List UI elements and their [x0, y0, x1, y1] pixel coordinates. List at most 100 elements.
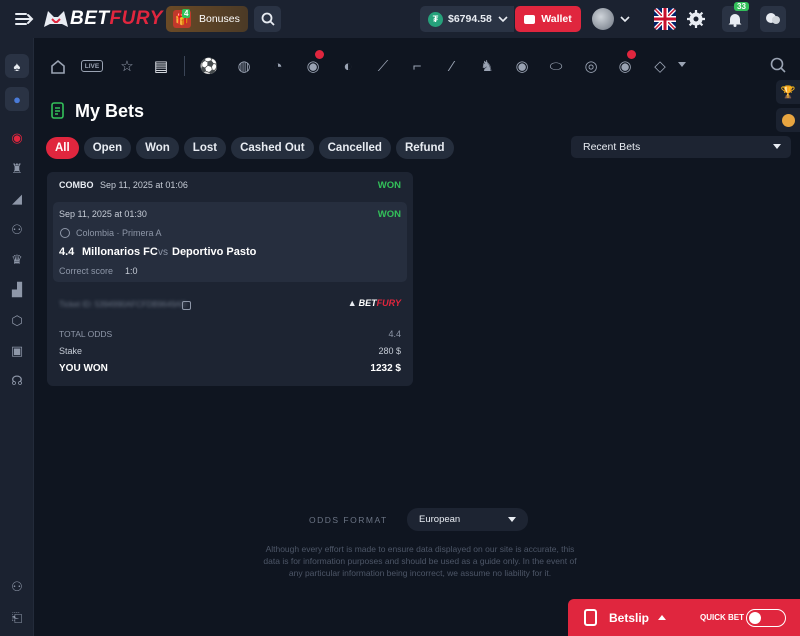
chat-button[interactable] [760, 6, 786, 32]
exit-icon[interactable]: ⎗ [5, 606, 29, 630]
megaphone-icon[interactable]: ◢ [5, 187, 29, 211]
filter-cashed-out[interactable]: Cashed Out [231, 137, 314, 159]
bonuses-button[interactable]: 🎁 4 Bonuses [166, 6, 248, 32]
ticket-icon[interactable]: ◇ [650, 56, 670, 76]
filter-cancelled[interactable]: Cancelled [318, 137, 391, 159]
disclaimer-line: any particular information being incorre… [288, 568, 552, 578]
hockey-icon[interactable]: ⟋ [373, 56, 393, 76]
brand-logo[interactable]: BET FURY [42, 7, 163, 31]
chevron-down-icon [620, 15, 630, 23]
bonus-count-badge: 4 [182, 9, 191, 18]
sports-nav: LIVE ☆ ▤ ⚽ ◍ ◔ ◉ ◐ ⟋ ⌐ ⁄ ♞ ◉ ⬭ ◎ ◉ ◇ [36, 46, 800, 86]
menu-toggle-icon[interactable] [14, 10, 34, 28]
copy-icon[interactable] [182, 301, 191, 310]
volleyball-icon[interactable]: ◎ [581, 56, 601, 76]
bet-filters: All Open Won Lost Cashed Out Cancelled R… [46, 137, 459, 159]
chevron-down-icon [498, 15, 508, 23]
watermark-right: FURY [376, 298, 401, 308]
clipboard-icon[interactable]: ▣ [5, 339, 29, 363]
money-bag-icon[interactable]: ♜ [5, 157, 29, 181]
search-icon[interactable] [770, 57, 786, 73]
filter-lost[interactable]: Lost [183, 137, 227, 159]
search-icon [261, 12, 275, 26]
right-widget-wheel[interactable] [776, 108, 800, 132]
balance-amount: $6794.58 [448, 13, 492, 25]
top-bar: BET FURY 🎁 4 Bonuses ₮ $6794.58 Wallet 3… [0, 0, 800, 38]
avatar [592, 8, 614, 30]
bet-card[interactable]: COMBO Sep 11, 2025 at 01:06 WON Sep 11, … [47, 172, 413, 386]
profile-menu[interactable] [592, 7, 640, 31]
my-bets-title-icon [49, 102, 65, 120]
odds-format-value: European [419, 514, 461, 525]
esports-globe-2-icon[interactable]: ◉ [512, 56, 532, 76]
filter-refund[interactable]: Refund [395, 137, 454, 159]
filter-won[interactable]: Won [136, 137, 179, 159]
quick-bet-toggle[interactable] [746, 609, 786, 627]
esports-globe-3-icon[interactable]: ◉ [615, 56, 635, 76]
search-button[interactable] [254, 6, 281, 32]
odds-format-label: ODDS FORMAT [309, 515, 388, 525]
crown-icon[interactable]: ♛ [5, 248, 29, 272]
fire-badge-icon [627, 50, 636, 59]
box-icon[interactable]: ⬡ [5, 309, 29, 333]
chevron-up-icon[interactable] [658, 615, 666, 621]
bet-status-badge: WON [377, 180, 401, 191]
wallet-icon [524, 14, 536, 24]
horse-racing-icon[interactable]: ♞ [477, 56, 497, 76]
won-value: 1232 $ [370, 363, 401, 374]
american-football-icon[interactable]: ⬭ [546, 56, 566, 76]
betslip-icon [584, 609, 597, 626]
betslip-bar[interactable]: Betslip QUICK BET [568, 599, 800, 636]
settings-gear-icon[interactable] [686, 9, 706, 29]
basketball-icon[interactable]: ◍ [234, 56, 254, 76]
notifications-button[interactable]: 33 [722, 2, 749, 32]
filter-all[interactable]: All [46, 137, 79, 159]
total-odds-label: TOTAL ODDS [59, 329, 113, 339]
chevron-down-icon [508, 516, 516, 523]
selection-date: Sep 11, 2025 at 01:30 [59, 209, 147, 219]
more-chevron-down-icon[interactable] [678, 62, 686, 68]
wallet-button[interactable]: Wallet [515, 6, 581, 32]
star-icon[interactable]: ☆ [117, 56, 137, 76]
live-casino-icon[interactable]: ◉ [5, 126, 29, 150]
esports-icon[interactable]: ◐ [338, 56, 358, 76]
selection-status-badge: WON [377, 209, 401, 220]
sort-select-value: Recent Bets [583, 141, 641, 153]
my-bets-icon[interactable]: ▤ [151, 56, 171, 76]
headset-icon[interactable]: ☊ [5, 369, 29, 393]
group-icon[interactable]: ⚇ [5, 575, 29, 599]
notifications-count-badge: 33 [734, 2, 749, 11]
stake-value: 280 $ [378, 346, 401, 356]
brand-name-left: BET [70, 8, 110, 29]
selection-away-team: Deportivo Pasto [172, 246, 257, 258]
soccer-icon[interactable]: ⚽ [199, 56, 219, 76]
tennis-icon[interactable]: ◔ [268, 56, 288, 76]
sidebar-item-casino[interactable]: ♠ [5, 54, 29, 78]
shooter-icon[interactable]: ⌐ [407, 56, 427, 76]
betslip-label: Betslip [609, 611, 650, 625]
nav-divider [184, 56, 185, 76]
wallet-label: Wallet [541, 13, 572, 25]
bet-selection: Sep 11, 2025 at 01:30 WON Colombia · Pri… [53, 202, 407, 282]
watermark-left: BET [358, 298, 377, 308]
users-icon[interactable]: ⚇ [5, 218, 29, 242]
esports-globe-icon[interactable]: ◉ [303, 56, 323, 76]
right-widget-trophy[interactable]: 🏆 [776, 80, 800, 104]
live-tab[interactable]: LIVE [81, 60, 103, 72]
filter-open[interactable]: Open [83, 137, 132, 159]
language-selector[interactable] [654, 8, 676, 30]
bet-date: Sep 11, 2025 at 01:06 [100, 180, 188, 190]
chevron-down-icon [773, 144, 781, 150]
ticket-id: Ticket ID: 5394990AFCFDB9649AD [59, 300, 187, 309]
tether-icon: ₮ [428, 11, 443, 27]
cricket-icon[interactable]: ⁄ [442, 56, 462, 76]
sort-select[interactable]: Recent Bets [571, 136, 791, 158]
home-icon[interactable] [48, 56, 68, 76]
odds-format-select[interactable]: European [407, 508, 528, 531]
fox-logo-icon [42, 7, 70, 31]
leaderboard-icon[interactable]: ▟ [5, 278, 29, 302]
sidebar-item-sports[interactable]: ● [5, 87, 29, 111]
selection-pick: 1:0 [125, 266, 138, 276]
uk-flag-icon [654, 8, 676, 30]
balance-selector[interactable]: ₮ $6794.58 [420, 6, 514, 32]
